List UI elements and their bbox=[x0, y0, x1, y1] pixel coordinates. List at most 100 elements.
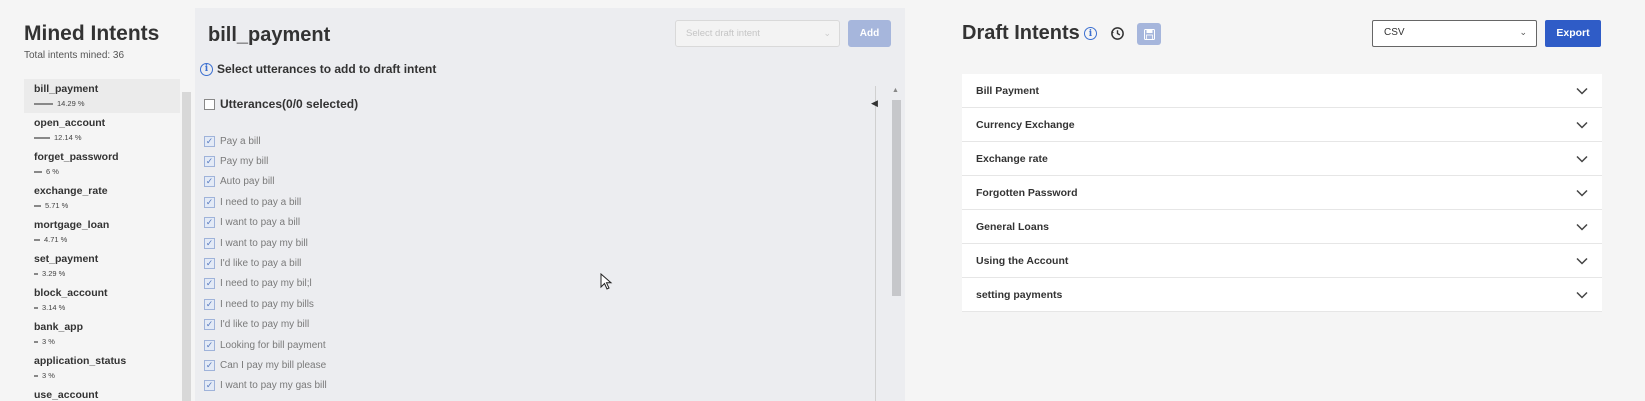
draft-intent-name: Using the Account bbox=[976, 254, 1069, 267]
utterance-item[interactable]: ✓ Looking for bill payment bbox=[204, 335, 331, 355]
utterance-item[interactable]: ✓ I want to pay my gas bill bbox=[204, 376, 331, 396]
utterance-text: Pay my bill bbox=[220, 156, 269, 168]
app-root: Mined Intents Total intents mined: 36 bi… bbox=[0, 0, 1645, 401]
draft-intents-title: Draft Intents bbox=[962, 22, 1080, 44]
draft-intent-name: setting payments bbox=[976, 288, 1063, 301]
utterance-item[interactable]: ✓ Pay a bill bbox=[204, 131, 331, 151]
utterance-item[interactable]: ✓ I need to pay a bill bbox=[204, 192, 331, 212]
utterance-checkbox[interactable]: ✓ bbox=[204, 278, 215, 290]
draft-intent-row[interactable]: General Loans bbox=[962, 210, 1602, 244]
draft-intent-row[interactable]: Exchange rate bbox=[962, 142, 1602, 176]
percentage-value: 3 % bbox=[42, 371, 55, 380]
utterance-item[interactable]: ✓ I'd like to pay a bill bbox=[204, 253, 331, 273]
chevron-down-icon: ⌄ bbox=[823, 28, 831, 38]
save-button[interactable] bbox=[1137, 23, 1161, 45]
utterance-checkbox[interactable]: ✓ bbox=[204, 339, 215, 351]
percentage-bar bbox=[34, 306, 38, 309]
intent-list: bill_payment 14.29 % open_account 12.14 % fo… bbox=[24, 79, 180, 401]
utterance-item[interactable]: ✓ Can I pay my bill please bbox=[204, 355, 331, 375]
save-icon bbox=[1143, 28, 1155, 40]
utterances-scrollbar-thumb[interactable] bbox=[892, 100, 901, 296]
intent-item[interactable]: block_account 3.14 % bbox=[24, 283, 180, 317]
utterance-item[interactable]: ✓ Pay my bill bbox=[204, 151, 331, 171]
utterance-text: I need to pay a bill bbox=[220, 196, 302, 208]
chevron-down-icon[interactable] bbox=[1576, 257, 1588, 265]
info-icon[interactable]: i bbox=[1084, 27, 1097, 40]
percentage-value: 4.71 % bbox=[44, 235, 68, 244]
utterance-checkbox[interactable]: ✓ bbox=[204, 217, 215, 229]
draft-intent-list: Bill Payment Currency Exchange Exchange ra… bbox=[962, 74, 1602, 312]
intent-item[interactable]: exchange_rate 5.71 % bbox=[24, 181, 180, 215]
utterance-checkbox[interactable]: ✓ bbox=[204, 380, 215, 392]
utterance-item[interactable]: ✓ Auto pay bill bbox=[204, 172, 331, 192]
utterance-item[interactable]: ✓ I'd like to pay my bill bbox=[204, 315, 331, 335]
intent-item[interactable]: mortgage_loan 4.71 % bbox=[24, 215, 180, 249]
utterance-checkbox[interactable]: ✓ bbox=[204, 156, 215, 168]
chevron-down-icon[interactable] bbox=[1576, 121, 1588, 129]
select-all-checkbox[interactable] bbox=[204, 98, 215, 110]
intent-item[interactable]: bank_app 3 % bbox=[24, 317, 180, 351]
draft-intent-name: Currency Exchange bbox=[976, 118, 1075, 131]
utterance-checkbox[interactable]: ✓ bbox=[204, 258, 215, 270]
percentage-bar bbox=[34, 340, 38, 343]
intent-item[interactable]: set_payment 3.29 % bbox=[24, 249, 180, 283]
chevron-down-icon[interactable] bbox=[1576, 189, 1588, 197]
intent-item[interactable]: application_status 3 % bbox=[24, 351, 180, 385]
utterance-text: I want to pay my gas bill bbox=[220, 380, 327, 392]
utterance-item[interactable]: ✓ I want to pay my bill bbox=[204, 233, 331, 253]
intent-name: bank_app bbox=[34, 321, 84, 333]
draft-intent-row[interactable]: Currency Exchange bbox=[962, 108, 1602, 142]
utterance-item[interactable]: ✓ I need to pay my bil;l bbox=[204, 274, 331, 294]
percentage-value: 6 % bbox=[46, 167, 59, 176]
utterance-checkbox[interactable]: ✓ bbox=[204, 176, 215, 188]
utterance-checkbox[interactable]: ✓ bbox=[204, 298, 215, 310]
intent-name: set_payment bbox=[34, 253, 99, 265]
history-icon[interactable] bbox=[1110, 26, 1125, 41]
draft-intent-name: Bill Payment bbox=[976, 84, 1040, 97]
intent-item[interactable]: bill_payment 14.29 % bbox=[24, 79, 180, 113]
intent-item[interactable]: forget_password 6 % bbox=[24, 147, 180, 181]
utterance-checkbox[interactable]: ✓ bbox=[204, 359, 215, 371]
percentage-bar bbox=[34, 102, 53, 105]
chevron-down-icon[interactable] bbox=[1576, 291, 1588, 299]
percentage-bar bbox=[34, 238, 40, 241]
utterance-item[interactable]: ✓ I want to pay a bill bbox=[204, 213, 331, 233]
utterance-text: I'd like to pay my bill bbox=[220, 319, 310, 331]
draft-intent-row[interactable]: setting payments bbox=[962, 278, 1602, 312]
intent-percentage: 12.14 % bbox=[34, 133, 180, 142]
intent-name: mortgage_loan bbox=[34, 219, 110, 231]
info-icon: i bbox=[200, 62, 213, 76]
scroll-up-arrow-icon[interactable]: ▲ bbox=[892, 87, 899, 94]
export-button[interactable]: Export bbox=[1545, 20, 1601, 47]
intent-name: bill_payment bbox=[34, 83, 99, 95]
chevron-down-icon[interactable] bbox=[1576, 155, 1588, 163]
chevron-down-icon[interactable] bbox=[1576, 87, 1588, 95]
draft-intent-row[interactable]: Using the Account bbox=[962, 244, 1602, 278]
intent-name: forget_password bbox=[34, 151, 119, 163]
intent-item[interactable]: open_account 12.14 % bbox=[24, 113, 180, 147]
export-format-select[interactable]: CSV ⌄ bbox=[1372, 20, 1537, 47]
utterance-text: I want to pay my bill bbox=[220, 237, 308, 249]
intent-percentage: 5.71 % bbox=[34, 201, 180, 210]
sidebar-scrollbar[interactable] bbox=[182, 92, 191, 401]
chevron-down-icon[interactable] bbox=[1576, 223, 1588, 231]
utterance-item[interactable]: ✓ I need to pay my bills bbox=[204, 294, 331, 314]
add-button[interactable]: Add bbox=[848, 20, 891, 47]
chevron-down-icon: ⌄ bbox=[1519, 27, 1527, 37]
utterance-text: I want to pay a bill bbox=[220, 217, 301, 229]
draft-intent-row[interactable]: Bill Payment bbox=[962, 74, 1602, 108]
percentage-value: 3.29 % bbox=[42, 269, 66, 278]
draft-intent-row[interactable]: Forgotten Password bbox=[962, 176, 1602, 210]
draft-intent-name: General Loans bbox=[976, 220, 1049, 233]
utterance-checkbox[interactable]: ✓ bbox=[204, 237, 215, 249]
draft-intent-select[interactable]: Select draft intent ⌄ bbox=[675, 20, 840, 47]
intent-name: application_status bbox=[34, 355, 127, 367]
utterance-item[interactable]: ✓I would like to pay my bill bbox=[204, 396, 331, 401]
collapse-left-icon[interactable]: ◀ bbox=[871, 98, 878, 109]
utterance-checkbox[interactable]: ✓ bbox=[204, 135, 215, 147]
intent-name: open_account bbox=[34, 117, 106, 129]
intent-item[interactable]: use_account bbox=[24, 385, 180, 401]
selected-intent-title: bill_payment bbox=[208, 24, 331, 46]
utterance-checkbox[interactable]: ✓ bbox=[204, 319, 215, 331]
utterance-checkbox[interactable]: ✓ bbox=[204, 196, 215, 208]
